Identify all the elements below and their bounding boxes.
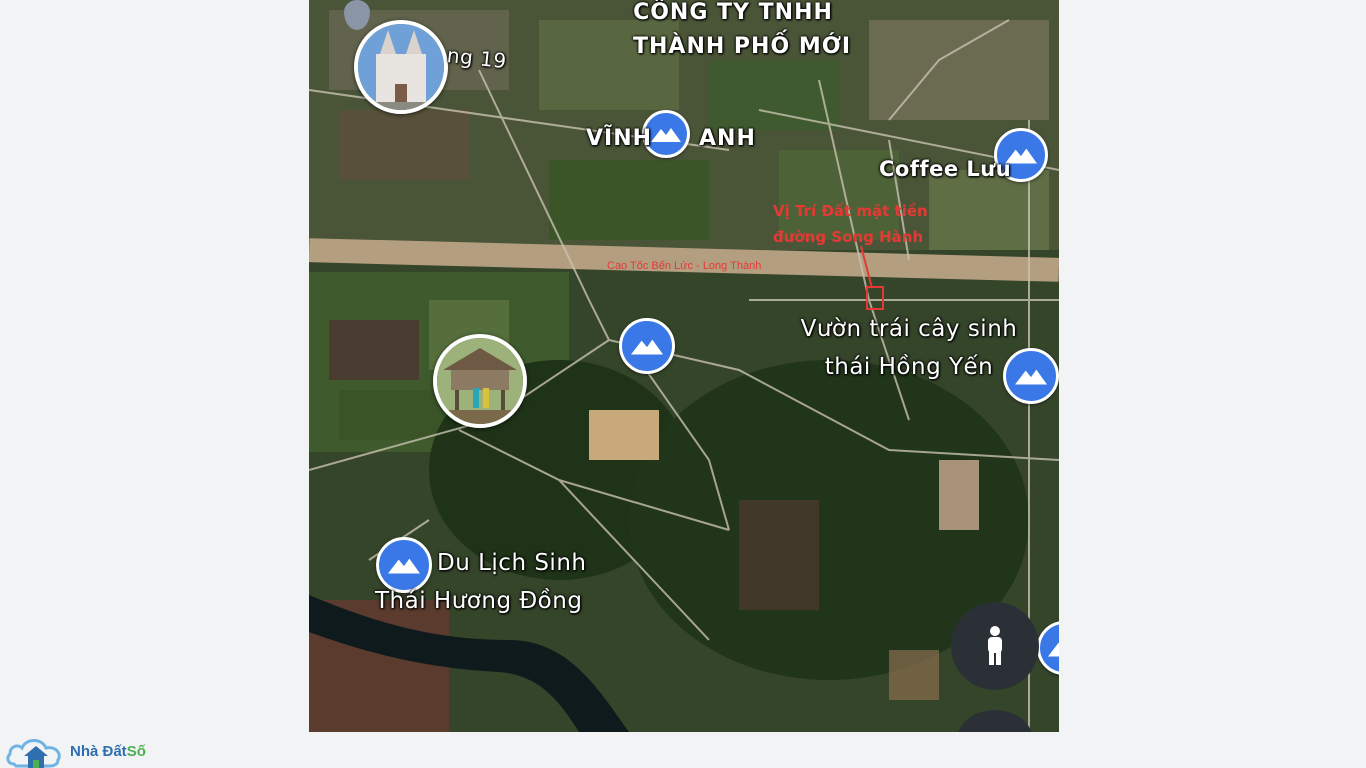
vinh-thanh-label-left: VĨNH: [586, 126, 653, 151]
logo-text: Nhà ĐấtSố: [70, 743, 146, 760]
tourism-label: Du Lịch Sinh Thái Hương Đồng: [371, 544, 601, 620]
orchard-label-line1: Vườn trái cây sinh: [800, 316, 1018, 342]
church-photo-pin[interactable]: [354, 20, 448, 114]
house-icon: [437, 338, 523, 424]
land-location-note: Vị Trí Đất mặt tiền đường Song Hành: [773, 198, 928, 250]
company-label: CÔNG TY TNHH THÀNH PHỐ MỚI: [633, 0, 852, 64]
pegman-icon: [988, 626, 1002, 665]
company-label-line2: THÀNH PHỐ MỚI: [633, 34, 852, 59]
land-location-marker: [866, 286, 884, 310]
center-pin[interactable]: [619, 318, 675, 374]
land-location-note-line1: Vị Trí Đất mặt tiền: [773, 202, 928, 220]
street-view-button[interactable]: [951, 602, 1039, 690]
company-label-line1: CÔNG TY TNHH: [633, 0, 833, 25]
satellite-map[interactable]: CÔNG TY TNHH THÀNH PHỐ MỚI ng 19 VĨNH AN…: [309, 0, 1059, 732]
orchard-label: Vườn trái cây sinh thái Hồng Yến: [793, 310, 1025, 386]
land-location-note-line2: đường Song Hành: [773, 228, 924, 246]
mountain-icon: [1048, 642, 1059, 657]
tourism-label-line2: Thái Hương Đồng: [375, 588, 583, 614]
site-logo[interactable]: Nhà ĐấtSố: [6, 734, 146, 768]
tourism-label-line1: Du Lịch Sinh: [437, 550, 587, 576]
mountain-icon: [631, 339, 663, 355]
vinh-thanh-label-right: ANH: [699, 126, 756, 151]
orchard-label-line2: thái Hồng Yến: [824, 354, 994, 380]
church-icon: [358, 24, 444, 110]
coffee-label: Coffee Lưu: [879, 157, 1012, 181]
house-cloud-icon: [6, 739, 61, 768]
mountain-icon: [651, 128, 681, 142]
stilt-house-photo-pin[interactable]: [433, 334, 527, 428]
expressway-label: Cao Tốc Bến Lức - Long Thành: [607, 260, 762, 272]
logo-text-a: Nhà Đất: [70, 742, 127, 760]
logo-text-b: Số: [126, 742, 146, 760]
